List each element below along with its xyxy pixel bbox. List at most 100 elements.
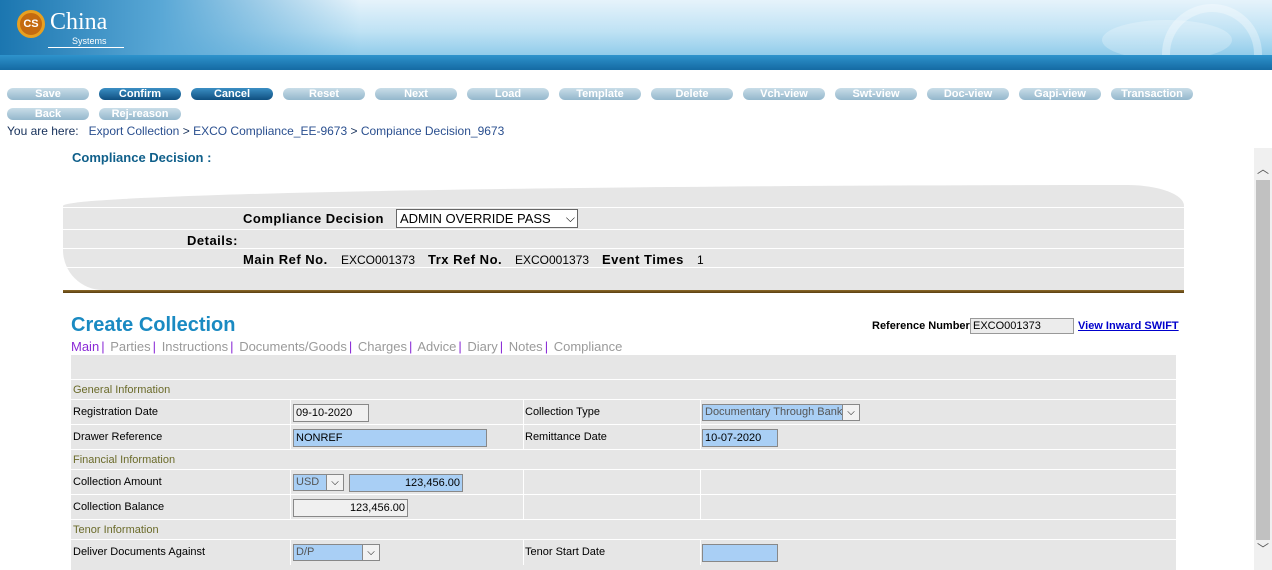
scroll-thumb[interactable] — [1256, 180, 1270, 540]
deliver-documents-select[interactable]: D/P ⌵ — [293, 544, 380, 561]
tab-charges[interactable]: Charges — [358, 339, 407, 354]
form-row: Collection Balance 123,456.00 — [71, 494, 1176, 520]
currency-select[interactable]: USD ⌵ — [293, 474, 344, 491]
trx-ref-value: EXCO001373 — [515, 253, 590, 267]
confirm-button[interactable]: Confirm — [99, 88, 181, 100]
details-row: Details: — [63, 229, 1184, 249]
event-times-value: 1 — [697, 253, 704, 267]
compliance-decision-panel: Compliance Decision ADMIN OVERRIDE PASS … — [63, 185, 1184, 290]
vertical-scrollbar[interactable]: ︿ ﹀ — [1254, 148, 1272, 570]
collection-form: General Information Registration Date 09… — [71, 355, 1176, 570]
tab-instructions[interactable]: Instructions — [162, 339, 228, 354]
chevron-down-icon: ⌵ — [326, 475, 343, 490]
tab-advice[interactable]: Advice — [417, 339, 456, 354]
breadcrumb-export-collection[interactable]: Export Collection — [89, 124, 180, 138]
logo-divider — [48, 47, 124, 48]
collection-balance-label: Collection Balance — [73, 501, 165, 513]
collection-type-value: Documentary Through Bank — [705, 406, 843, 418]
remittance-date-label: Remittance Date — [525, 431, 607, 443]
chevron-down-icon: ⌵ — [565, 211, 575, 225]
decision-select[interactable]: ADMIN OVERRIDE PASS ⌵ — [396, 209, 578, 228]
rej-reason-button[interactable]: Rej-reason — [99, 108, 181, 120]
delete-button[interactable]: Delete — [651, 88, 733, 100]
drawer-reference-label: Drawer Reference — [73, 431, 163, 443]
scroll-up-icon[interactable]: ︿ — [1254, 160, 1272, 177]
remittance-date-field[interactable]: 10-07-2020 — [702, 429, 778, 447]
tab-parties[interactable]: Parties — [110, 339, 150, 354]
decision-value: ADMIN OVERRIDE PASS — [400, 211, 551, 226]
drawer-reference-field[interactable]: NONREF — [293, 429, 487, 447]
form-row: Collection Amount USD ⌵ 123,456.00 — [71, 469, 1176, 495]
logo-name: China — [50, 9, 108, 35]
load-button[interactable]: Load — [467, 88, 549, 100]
section-header: Financial Information — [71, 449, 1176, 469]
collection-balance-field: 123,456.00 — [293, 499, 408, 517]
financial-information-heading: Financial Information — [73, 454, 176, 466]
deliver-documents-label: Deliver Documents Against — [73, 546, 206, 558]
tenor-start-date-label: Tenor Start Date — [525, 546, 606, 558]
view-inward-swift-link[interactable]: View Inward SWIFT — [1078, 320, 1179, 332]
transaction-button[interactable]: Transaction — [1111, 88, 1193, 100]
compliance-decision-title: Compliance Decision : — [72, 150, 212, 165]
page-title: Create Collection — [71, 314, 236, 336]
panel-divider — [63, 267, 1184, 268]
vch-view-button[interactable]: Vch-view — [743, 88, 825, 100]
trx-ref-label: Trx Ref No. — [428, 252, 503, 267]
event-times-label: Event Times — [602, 252, 684, 267]
collection-type-select[interactable]: Documentary Through Bank ⌵ — [702, 404, 860, 421]
tab-main[interactable]: Main — [71, 339, 99, 354]
registration-date-field[interactable]: 09-10-2020 — [293, 404, 369, 422]
reference-number-field[interactable]: EXCO001373 — [970, 318, 1074, 334]
gapi-view-button[interactable]: Gapi-view — [1019, 88, 1101, 100]
details-label: Details: — [187, 233, 238, 248]
reference-number-label: Reference Number — [872, 320, 970, 332]
refs-row: Main Ref No. EXCO001373 Trx Ref No. EXCO… — [63, 248, 1184, 268]
form-row: Drawer Reference NONREF Remittance Date … — [71, 424, 1176, 450]
tab-bar: Main | Parties | Instructions | Documents/G… — [71, 339, 623, 354]
breadcrumb-label: You are here: — [7, 124, 79, 138]
header-banner: CS China Systems — [0, 0, 1272, 70]
chevron-down-icon: ⌵ — [842, 405, 859, 420]
next-button[interactable]: Next — [375, 88, 457, 100]
template-button[interactable]: Template — [559, 88, 641, 100]
collection-amount-field[interactable]: 123,456.00 — [349, 474, 463, 492]
form-row: Registration Date 09-10-2020 Collection … — [71, 399, 1176, 425]
logo-icon: CS — [17, 10, 45, 38]
section-divider — [63, 290, 1184, 293]
tab-documents-goods[interactable]: Documents/Goods — [239, 339, 347, 354]
section-header: Tenor Information — [71, 519, 1176, 539]
main-ref-label: Main Ref No. — [243, 252, 328, 267]
main-ref-value: EXCO001373 — [341, 253, 416, 267]
tenor-information-heading: Tenor Information — [73, 524, 159, 536]
cancel-button[interactable]: Cancel — [191, 88, 273, 100]
breadcrumb-exco-compliance[interactable]: EXCO Compliance_EE-9673 — [193, 124, 347, 138]
doc-view-button[interactable]: Doc-view — [927, 88, 1009, 100]
scroll-down-icon[interactable]: ﹀ — [1254, 540, 1272, 557]
breadcrumb-compliance-decision[interactable]: Compiance Decision_9673 — [361, 124, 504, 138]
currency-value: USD — [296, 476, 320, 488]
chevron-down-icon: ⌵ — [362, 545, 379, 560]
save-button[interactable]: Save — [7, 88, 89, 100]
section-header: General Information — [71, 379, 1176, 399]
logo-subtitle: Systems — [72, 36, 107, 46]
general-information-heading: General Information — [73, 384, 171, 396]
breadcrumb-separator: > — [182, 124, 190, 138]
registration-date-label: Registration Date — [73, 406, 158, 418]
deliver-documents-value: D/P — [296, 546, 315, 558]
collection-type-label: Collection Type — [525, 406, 601, 418]
swt-view-button[interactable]: Swt-view — [835, 88, 917, 100]
tab-diary[interactable]: Diary — [467, 339, 497, 354]
collection-amount-label: Collection Amount — [73, 476, 162, 488]
tab-compliance[interactable]: Compliance — [554, 339, 623, 354]
breadcrumb-separator: > — [350, 124, 358, 138]
back-button[interactable]: Back — [7, 108, 89, 120]
decision-label: Compliance Decision — [243, 211, 384, 226]
form-row: Deliver Documents Against D/P ⌵ Tenor St… — [71, 539, 1176, 565]
tenor-start-date-field[interactable] — [702, 544, 778, 562]
panel-curve — [63, 185, 1184, 207]
reset-button[interactable]: Reset — [283, 88, 365, 100]
tab-notes[interactable]: Notes — [509, 339, 543, 354]
decision-row: Compliance Decision ADMIN OVERRIDE PASS … — [63, 207, 1184, 228]
breadcrumb: You are here: Export Collection > EXCO C… — [7, 124, 504, 138]
banner-band — [0, 55, 1272, 70]
